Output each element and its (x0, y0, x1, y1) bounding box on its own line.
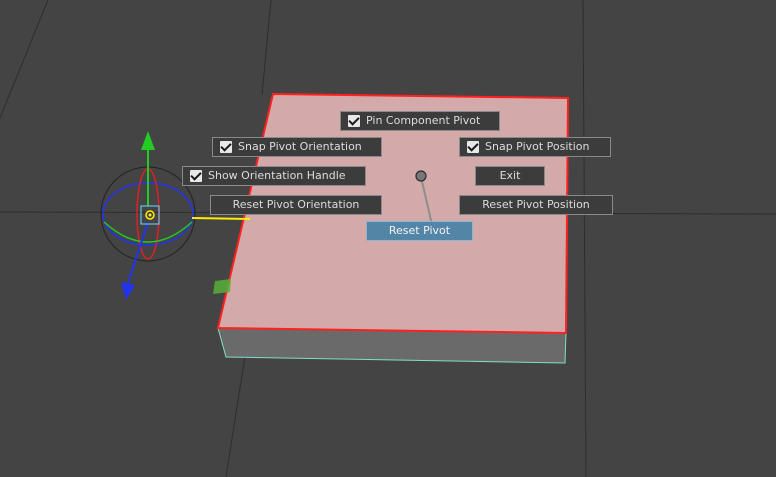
exit-button[interactable]: Exit (475, 166, 545, 186)
pin-component-pivot-label: Pin Component Pivot (366, 114, 481, 127)
snap-pivot-orientation-button[interactable]: Snap Pivot Orientation (212, 137, 382, 157)
move-y-arrow-icon[interactable] (141, 131, 155, 206)
snap-pivot-orientation-label: Snap Pivot Orientation (238, 140, 362, 153)
show-orientation-handle-label: Show Orientation Handle (208, 169, 346, 182)
snap-pivot-orientation-checkbox[interactable] (220, 141, 232, 153)
reset-pivot-position-label: Reset Pivot Position (482, 198, 590, 211)
show-orientation-handle-button[interactable]: Show Orientation Handle (182, 166, 366, 186)
pin-component-pivot-button[interactable]: Pin Component Pivot (340, 111, 500, 131)
reset-pivot-orientation-button[interactable]: Reset Pivot Orientation (210, 195, 382, 215)
reset-pivot-position-button[interactable]: Reset Pivot Position (459, 195, 613, 215)
pin-component-pivot-checkbox[interactable] (348, 115, 360, 127)
snap-pivot-position-label: Snap Pivot Position (485, 140, 590, 153)
pivot-center-icon[interactable] (140, 205, 160, 225)
reset-pivot-button[interactable]: Reset Pivot (366, 221, 473, 241)
plane-handle-icon[interactable] (213, 279, 231, 294)
reset-pivot-label: Reset Pivot (388, 224, 451, 237)
snap-pivot-position-button[interactable]: Snap Pivot Position (459, 137, 611, 157)
move-x-arrow-icon[interactable] (191, 217, 251, 220)
exit-label: Exit (499, 169, 521, 182)
snap-pivot-position-checkbox[interactable] (467, 141, 479, 153)
show-orientation-handle-checkbox[interactable] (190, 170, 202, 182)
reset-pivot-orientation-label: Reset Pivot Orientation (232, 198, 360, 211)
